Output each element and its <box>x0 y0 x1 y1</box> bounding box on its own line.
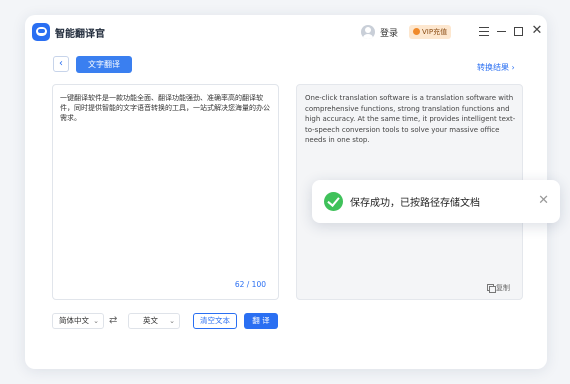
avatar[interactable] <box>361 25 375 39</box>
save-success-toast: 保存成功，已按路径存储文档 ✕ <box>312 180 560 223</box>
copy-label: 复制 <box>496 284 510 292</box>
minimize-icon[interactable] <box>494 23 510 39</box>
toast-close-icon[interactable]: ✕ <box>538 192 549 210</box>
chevron-down-icon: ⌄ <box>93 317 99 325</box>
maximize-icon[interactable] <box>511 23 527 39</box>
character-counter: 62 / 100 <box>234 280 266 289</box>
title-bar: 智能翻译官 登录 VIP充值 ✕ <box>25 15 547 50</box>
app-title: 智能翻译官 <box>55 29 105 40</box>
vip-recharge-button[interactable]: VIP充值 <box>409 25 452 39</box>
crown-icon <box>413 28 420 35</box>
copy-icon <box>487 284 496 293</box>
vip-label: VIP充值 <box>422 28 448 36</box>
target-language-select[interactable]: 英文 ⌄ <box>128 313 180 329</box>
back-button[interactable]: ‹ <box>53 56 69 72</box>
login-button[interactable]: 登录 <box>380 26 398 39</box>
copy-button[interactable]: 复制 <box>487 283 510 293</box>
success-check-icon <box>324 192 343 211</box>
close-icon[interactable]: ✕ <box>529 23 545 39</box>
convert-result-link[interactable]: 转换结果 › <box>477 62 515 73</box>
source-language-select[interactable]: 简体中文 ⌄ <box>52 313 104 329</box>
clear-text-button[interactable]: 清空文本 <box>193 313 237 329</box>
tab-text-translation[interactable]: 文字翻译 <box>76 56 132 73</box>
chevron-down-icon: ⌄ <box>169 317 175 325</box>
swap-languages-icon[interactable]: ⇄ <box>109 315 117 327</box>
translation-text: One-click translation software is a tran… <box>305 94 516 144</box>
source-language-value: 简体中文 <box>59 316 89 325</box>
translate-button[interactable]: 翻 译 <box>244 313 278 329</box>
app-logo-icon <box>32 23 50 41</box>
source-text-area[interactable]: 一键翻译软件是一款功能全面、翻译功能强劲、准确率高的翻译软件，同时提供智能的文字… <box>52 84 279 300</box>
toast-message: 保存成功，已按路径存储文档 <box>350 198 480 209</box>
source-text: 一键翻译软件是一款功能全面、翻译功能强劲、准确率高的翻译软件，同时提供智能的文字… <box>60 94 270 122</box>
target-language-value: 英文 <box>143 316 158 325</box>
menu-icon[interactable] <box>476 23 492 39</box>
